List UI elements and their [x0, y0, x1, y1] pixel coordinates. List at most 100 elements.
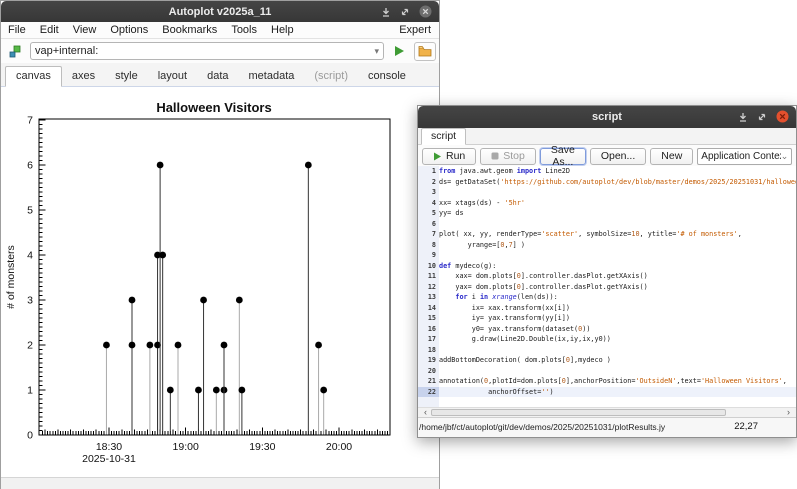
line-number: 6	[418, 219, 439, 230]
code-editor[interactable]: 12345678910111213141516171819202122 from…	[418, 166, 796, 407]
svg-text:1: 1	[27, 385, 33, 397]
close-icon[interactable]	[419, 5, 432, 18]
code-line: addBottomDecoration( dom.plots[0],mydeco…	[439, 355, 796, 366]
code-line: yax= dom.plots[0].controller.dasPlot.get…	[439, 282, 796, 293]
svg-text:5: 5	[27, 205, 33, 217]
status-strip	[1, 477, 439, 489]
save-as-button[interactable]: Save As...	[540, 148, 586, 165]
line-number: 7	[418, 229, 439, 240]
chevron-down-icon[interactable]: ▾	[374, 47, 379, 56]
line-number: 11	[418, 271, 439, 282]
autoplot-titlebar[interactable]: Autoplot v2025a_11	[1, 1, 439, 22]
menu-file[interactable]: File	[1, 24, 33, 36]
file-path: /home/jbf/ct/autoplot/git/dev/demos/2025…	[419, 422, 665, 432]
menu-bar: File Edit View Options Bookmarks Tools H…	[1, 22, 439, 39]
plot-canvas-area: Halloween Visitors# of monsters012345671…	[1, 87, 439, 477]
data-point	[175, 342, 182, 349]
autoplot-window: Autoplot v2025a_11 File Edit View Option…	[0, 0, 440, 489]
line-number: 22	[418, 387, 439, 398]
editor-status-bar: /home/jbf/ct/autoplot/git/dev/demos/2025…	[418, 417, 796, 437]
tab-canvas[interactable]: canvas	[5, 66, 62, 87]
stop-button[interactable]: Stop	[480, 148, 536, 165]
scrollbar-thumb[interactable]	[431, 409, 726, 416]
tab-metadata[interactable]: metadata	[239, 67, 305, 86]
tab-script[interactable]: (script)	[304, 67, 358, 86]
halloween-visitors-plot[interactable]: Halloween Visitors# of monsters012345671…	[1, 96, 411, 477]
line-number: 21	[418, 376, 439, 387]
y-axis-label: # of monsters	[5, 245, 17, 309]
svg-text:2: 2	[27, 340, 33, 352]
x-tick-label: 19:00	[173, 441, 199, 453]
scroll-right-arrow-icon[interactable]: ›	[783, 408, 794, 417]
code-pane: from java.awt.geom import Line2Dds= getD…	[439, 166, 796, 407]
tab-style[interactable]: style	[105, 67, 148, 86]
code-line: def mydeco(g):	[439, 261, 796, 272]
tab-script-file[interactable]: script	[421, 128, 466, 145]
code-line	[439, 345, 796, 356]
code-line	[439, 250, 796, 261]
line-number: 2	[418, 177, 439, 188]
desktop: Autoplot v2025a_11 File Edit View Option…	[0, 0, 797, 489]
caret-position: 22,27	[734, 421, 758, 432]
x-tick-label: 20:00	[326, 441, 352, 453]
scroll-left-arrow-icon[interactable]: ‹	[420, 408, 431, 417]
menu-view[interactable]: View	[66, 24, 104, 36]
minimize-icon[interactable]	[738, 112, 748, 122]
code-line: for i in xrange(len(ds)):	[439, 292, 796, 303]
menu-edit[interactable]: Edit	[33, 24, 66, 36]
stop-icon	[491, 152, 499, 160]
uri-value[interactable]: vap+internal:	[35, 45, 374, 57]
tab-layout[interactable]: layout	[148, 67, 197, 86]
data-point	[315, 342, 322, 349]
line-number: 17	[418, 334, 439, 345]
line-number: 9	[418, 250, 439, 261]
svg-text:6: 6	[27, 160, 33, 172]
line-number: 18	[418, 345, 439, 356]
window-title: Autoplot v2025a_11	[169, 6, 272, 18]
uri-combobox[interactable]: vap+internal: ▾	[30, 42, 384, 60]
tab-axes[interactable]: axes	[62, 67, 105, 86]
go-play-button[interactable]	[388, 42, 410, 61]
svg-text:0: 0	[27, 430, 33, 442]
expert-mode-label[interactable]: Expert	[399, 24, 439, 36]
maximize-icon[interactable]	[400, 7, 410, 17]
x-tick-label: 19:30	[249, 441, 275, 453]
new-button[interactable]: New	[650, 148, 693, 165]
menu-help[interactable]: Help	[264, 24, 301, 36]
menu-bookmarks[interactable]: Bookmarks	[155, 24, 224, 36]
close-icon[interactable]	[776, 110, 789, 123]
svg-text:7: 7	[27, 115, 33, 127]
main-tab-bar: canvas axes style layout data metadata (…	[1, 63, 439, 87]
gui-builder-icon[interactable]	[4, 42, 26, 61]
script-editor-window: script script Run Stop Save As... Open..…	[417, 105, 797, 438]
code-line	[439, 219, 796, 230]
data-point	[167, 387, 174, 394]
open-button[interactable]: Open...	[590, 148, 646, 165]
minimize-icon[interactable]	[381, 7, 391, 17]
menu-tools[interactable]: Tools	[224, 24, 264, 36]
code-line: ds= getDataSet('https://github.com/autop…	[439, 177, 796, 188]
code-line: plot( xx, yy, renderType='scatter', symb…	[439, 229, 796, 240]
data-point	[320, 387, 327, 394]
code-line	[439, 187, 796, 198]
application-context-select[interactable]: Application Context ⌄	[697, 148, 792, 165]
open-file-button[interactable]	[414, 42, 436, 61]
data-point	[221, 342, 228, 349]
tab-console[interactable]: console	[358, 67, 416, 86]
menu-options[interactable]: Options	[103, 24, 155, 36]
svg-text:4: 4	[27, 250, 33, 262]
line-number: 14	[418, 303, 439, 314]
x-tick-label: 18:30	[96, 441, 122, 453]
data-point	[213, 387, 220, 394]
script-titlebar[interactable]: script	[418, 106, 796, 128]
line-number: 4	[418, 198, 439, 209]
chevron-down-icon: ⌄	[781, 152, 789, 161]
data-point	[238, 387, 245, 394]
code-line: from java.awt.geom import Line2D	[439, 166, 796, 177]
tab-data[interactable]: data	[197, 67, 238, 86]
uri-bar: vap+internal: ▾	[1, 39, 439, 63]
run-button[interactable]: Run	[422, 148, 476, 165]
plot-title: Halloween Visitors	[156, 100, 271, 115]
maximize-icon[interactable]	[757, 112, 767, 122]
data-point	[159, 252, 166, 259]
